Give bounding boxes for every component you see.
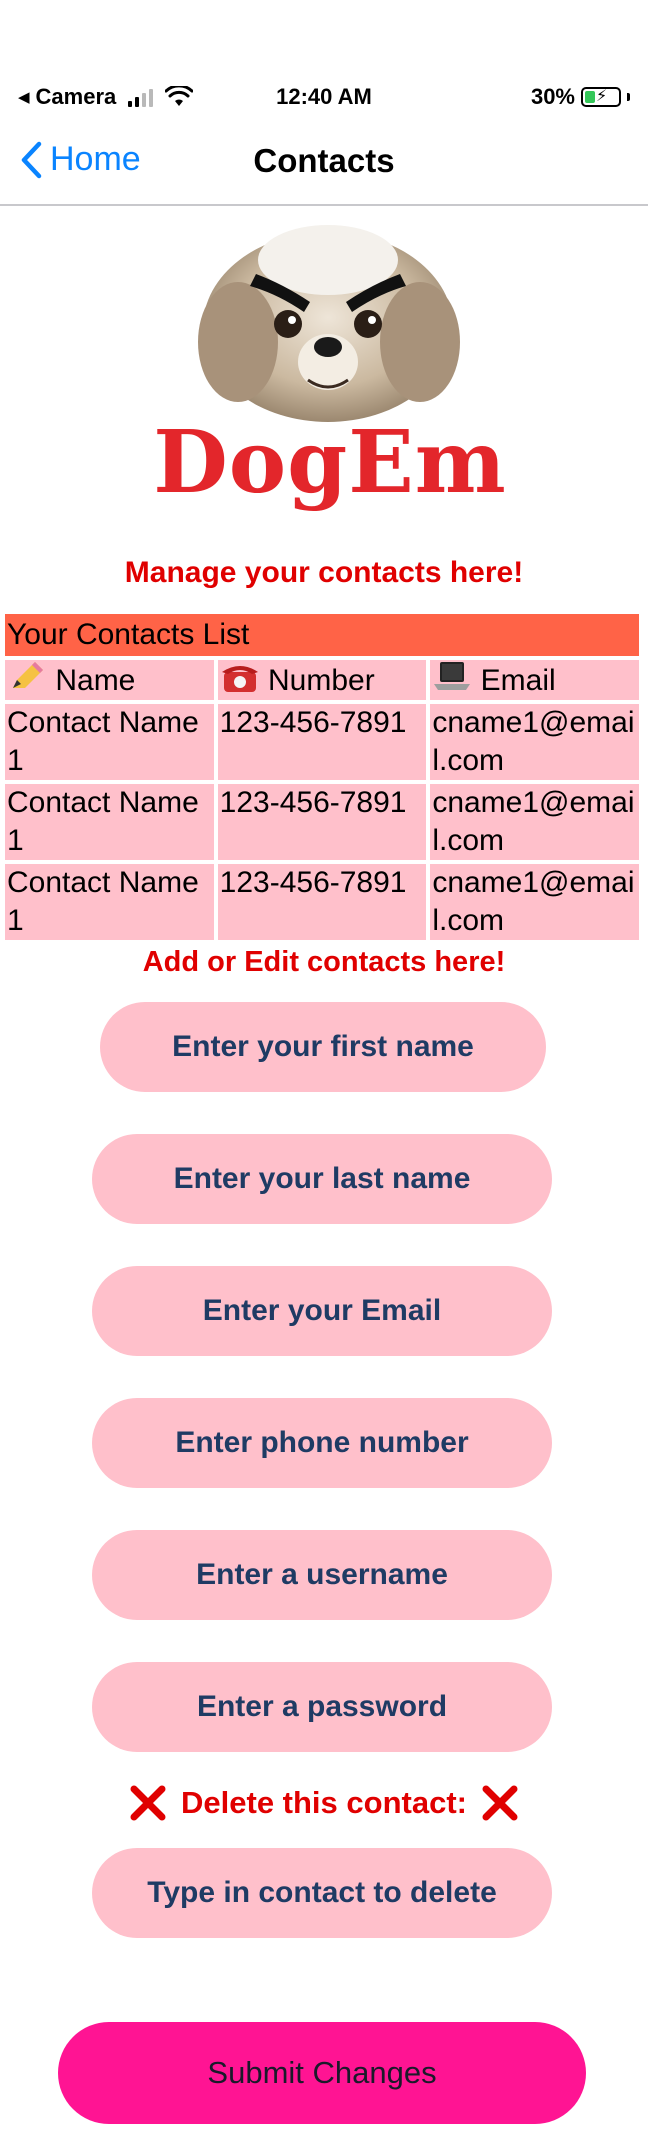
phone-input[interactable]: Enter phone number	[92, 1398, 552, 1488]
laptop-icon	[434, 662, 471, 690]
battery-status: 30% ⚡	[531, 84, 630, 110]
contact-number-cell: 123-456-7891	[217, 864, 427, 940]
contact-number-cell: 123-456-7891	[217, 784, 427, 860]
header-number: Number	[217, 660, 427, 700]
contacts-table: Your Contacts List Name Number Email Con…	[5, 614, 639, 944]
cross-mark-icon	[130, 1785, 166, 1821]
battery-icon: ⚡	[581, 87, 621, 107]
header-number-label: Number	[268, 664, 375, 697]
navigation-bar: Home Contacts	[0, 130, 648, 206]
contact-name-cell: Contact Name1	[5, 704, 214, 780]
contact-email-cell: cname1@email.com	[430, 864, 639, 940]
status-bar: ◀ Camera 12:40 AM 30% ⚡	[0, 0, 648, 130]
contact-number-cell: 123-456-7891	[217, 704, 427, 780]
cross-mark-icon	[482, 1785, 518, 1821]
table-row[interactable]: Contact Name1 123-456-7891 cname1@email.…	[5, 864, 639, 940]
logo-wordmark: DogEm	[153, 412, 507, 513]
contact-name-cell: Contact Name1	[5, 784, 214, 860]
telephone-icon	[221, 666, 258, 692]
table-header-row: Name Number Email	[5, 660, 639, 700]
battery-tip	[627, 93, 630, 101]
contact-email-cell: cname1@email.com	[430, 784, 639, 860]
email-input[interactable]: Enter your Email	[92, 1266, 552, 1356]
page-title: Contacts	[253, 142, 395, 179]
header-name-label: Name	[55, 664, 136, 697]
table-row[interactable]: Contact Name1 123-456-7891 cname1@email.…	[5, 704, 639, 780]
header-email: Email	[430, 660, 639, 700]
submit-changes-button[interactable]: Submit Changes	[58, 2022, 586, 2124]
password-input[interactable]: Enter a password	[92, 1662, 552, 1752]
edit-heading: Add or Edit contacts here!	[142, 946, 506, 978]
contact-name-cell: Contact Name1	[5, 864, 214, 940]
delete-label: Delete this contact:	[181, 1785, 467, 1820]
contact-email-cell: cname1@email.com	[430, 704, 639, 780]
header-name: Name	[5, 660, 214, 700]
table-row[interactable]: Contact Name1 123-456-7891 cname1@email.…	[5, 784, 639, 860]
first-name-input[interactable]: Enter your first name	[100, 1002, 546, 1092]
username-input[interactable]: Enter a username	[92, 1530, 552, 1620]
pencil-icon	[13, 662, 43, 688]
dog-face-icon	[198, 225, 460, 422]
delete-heading: Delete this contact:	[0, 1784, 648, 1822]
table-caption: Your Contacts List	[5, 614, 639, 656]
delete-contact-input[interactable]: Type in contact to delete	[92, 1848, 552, 1938]
header-email-label: Email	[480, 664, 556, 697]
app-logo: DogEm	[140, 222, 520, 513]
last-name-input[interactable]: Enter your last name	[92, 1134, 552, 1224]
battery-percent: 30%	[530, 84, 575, 109]
manage-heading: Manage your contacts here!	[124, 556, 524, 589]
